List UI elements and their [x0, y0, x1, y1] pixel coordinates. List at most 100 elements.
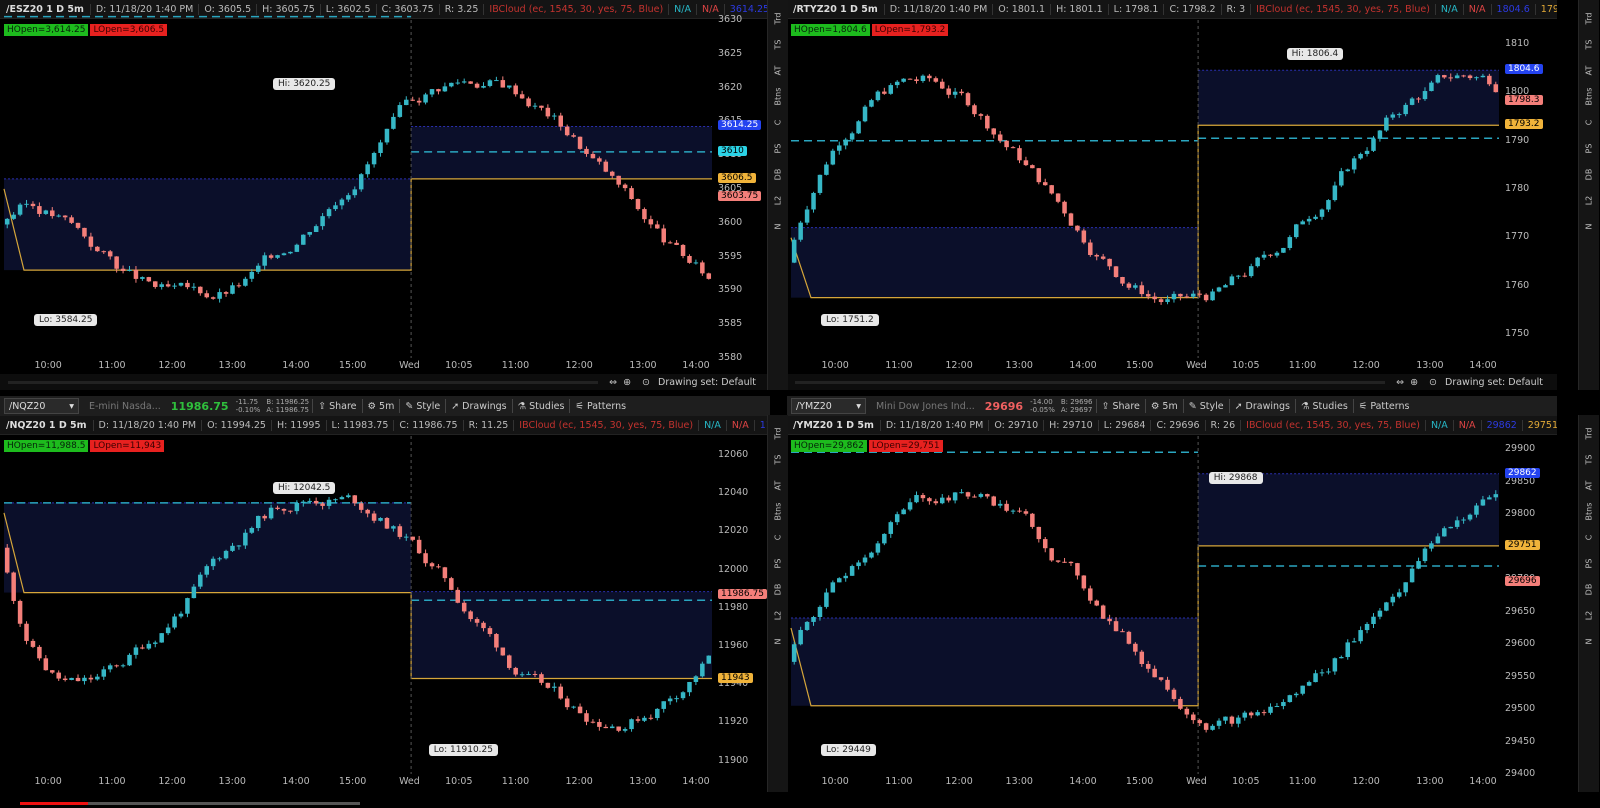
crosshair-icon[interactable]: ⊕ [1410, 377, 1418, 388]
candle [972, 494, 977, 498]
candle [165, 623, 171, 636]
drawing-set-label[interactable]: Drawing set: Default [1445, 377, 1543, 388]
sidebar-tab-ps[interactable]: PS [1585, 135, 1594, 163]
candle [1268, 254, 1273, 258]
sidebar-tab-l2[interactable]: L2 [774, 187, 783, 215]
sidebar-tab-at[interactable]: AT [1585, 57, 1594, 85]
side-toolbar-right[interactable]: Trd TS AT Btns C PS DB L2 N [1578, 0, 1599, 390]
candle [178, 611, 184, 619]
sidebar-tab-c[interactable]: C [1585, 109, 1594, 137]
candle [107, 663, 113, 673]
sidebar-tab-c[interactable]: C [774, 109, 783, 137]
side-toolbar-right-lower[interactable]: Trd TS AT Btns C PS DB L2 N [1578, 415, 1599, 792]
pan-icon[interactable]: ⇔ [609, 377, 617, 388]
video-progress[interactable] [0, 800, 1600, 808]
side-toolbar-left[interactable]: Trd TS AT Btns C PS DB L2 N [767, 0, 788, 390]
sidebar-tab-at[interactable]: AT [1585, 472, 1594, 500]
chart-pane-ym[interactable]: /YMZ20 ▾ Mini Dow Jones Ind... 29696 -14.00-… [787, 396, 1557, 792]
price-axis[interactable]: 1810 1800 1790 1780 1770 1760 1750 1804.6 1798.3… [1505, 0, 1555, 390]
sidebar-tab-btns[interactable]: Btns [774, 83, 783, 111]
sidebar-tab-trd[interactable]: Trd [1585, 5, 1594, 33]
time-tick: 11:00 [501, 776, 530, 787]
candle [1300, 219, 1305, 225]
candle [1242, 272, 1248, 278]
sidebar-tab-trd[interactable]: Trd [1585, 420, 1594, 448]
sidebar-tab-ts[interactable]: TS [1585, 446, 1594, 474]
time-axis[interactable]: 10:00 11:00 12:00 13:00 14:00 15:00 Wed 10:05 11… [791, 360, 1499, 374]
sidebar-tab-ts[interactable]: TS [1585, 31, 1594, 59]
sidebar-tab-n[interactable]: N [1585, 213, 1594, 241]
sidebar-tab-db[interactable]: DB [1585, 576, 1594, 604]
sidebar-tab-l2[interactable]: L2 [1585, 602, 1594, 630]
side-toolbar-left-lower[interactable]: Trd TS AT Btns C PS DB L2 N [767, 415, 788, 792]
time-tick: 12:00 [945, 776, 973, 787]
candle [907, 78, 913, 80]
zoom-icon[interactable]: ⊙ [1429, 377, 1437, 388]
sidebar-tab-db[interactable]: DB [774, 576, 783, 604]
time-axis[interactable]: 10:00 11:00 12:00 13:00 14:00 15:00 Wed 10:05 11… [4, 360, 712, 374]
sidebar-tab-n[interactable]: N [774, 628, 783, 656]
scrollbar[interactable] [8, 380, 599, 384]
sidebar-tab-at[interactable]: AT [774, 472, 783, 500]
price-chart[interactable] [0, 396, 770, 792]
sidebar-tab-n[interactable]: N [1585, 628, 1594, 656]
chart-pane-nq[interactable]: /NQZ20 ▾ E-mini Nasda... 11986.75 -11.75 -0.1… [0, 396, 770, 792]
price-tick: 29500 [1505, 703, 1536, 714]
candle [959, 89, 964, 96]
sidebar-tab-at[interactable]: AT [774, 57, 783, 85]
candle [1210, 724, 1215, 731]
sidebar-tab-l2[interactable]: L2 [1585, 187, 1594, 215]
price-chart[interactable] [0, 0, 770, 390]
candle [1216, 718, 1222, 730]
chart-pane-es[interactable]: /ESZ20 1 D 5m D: 11/18/20 1:40 PM O: 3605.… [0, 0, 770, 390]
scrollbar[interactable] [795, 380, 1386, 384]
time-axis[interactable]: 10:00 11:00 12:00 13:00 14:00 15:00 Wed 10:05 11… [4, 776, 712, 790]
candle [914, 76, 919, 84]
sidebar-tab-ts[interactable]: TS [774, 31, 783, 59]
price-chart[interactable] [787, 396, 1557, 792]
sidebar-tab-ps[interactable]: PS [774, 135, 783, 163]
candle [1300, 685, 1305, 696]
range-zone-prev [4, 502, 412, 593]
sidebar-tab-db[interactable]: DB [1585, 161, 1594, 189]
time-axis[interactable]: 10:00 11:00 12:00 13:00 14:00 15:00 Wed 10:05 11… [791, 776, 1499, 790]
price-chart[interactable] [787, 0, 1557, 390]
sidebar-tab-trd[interactable]: Trd [774, 420, 783, 448]
lopen-badge: LOpen=29,751 [868, 440, 943, 452]
candle [965, 91, 971, 107]
drawing-set-label[interactable]: Drawing set: Default [658, 377, 756, 388]
pan-icon[interactable]: ⇔ [1396, 377, 1404, 388]
candle [1332, 657, 1338, 675]
price-axis[interactable]: 3630362536203615361036053600359535903585… [718, 0, 768, 390]
sidebar-tab-btns[interactable]: Btns [1585, 498, 1594, 526]
sidebar-tab-n[interactable]: N [774, 213, 783, 241]
sidebar-tab-db[interactable]: DB [774, 161, 783, 189]
sidebar-tab-ps[interactable]: PS [774, 550, 783, 578]
sidebar-tab-l2[interactable]: L2 [774, 602, 783, 630]
candle [127, 653, 132, 667]
crosshair-icon[interactable]: ⊕ [623, 377, 631, 388]
sidebar-tab-c[interactable]: C [1585, 524, 1594, 552]
candle [1287, 694, 1293, 703]
candle [500, 76, 506, 88]
sidebar-tab-btns[interactable]: Btns [1585, 83, 1594, 111]
time-tick: 13:00 [1416, 776, 1444, 787]
time-tick: 11:00 [1288, 776, 1317, 787]
price-axis[interactable]: 2990029850298002975029700296502960029550… [1505, 396, 1555, 792]
candle [545, 682, 551, 689]
candle [146, 276, 152, 283]
candle [856, 560, 861, 570]
sidebar-tab-ts[interactable]: TS [774, 446, 783, 474]
chart-pane-rty[interactable]: /RTYZ20 1 D 5m D: 11/18/20 1:40 PM O: 1801… [787, 0, 1557, 390]
sidebar-tab-btns[interactable]: Btns [774, 498, 783, 526]
price-tick: 29450 [1505, 735, 1536, 747]
sidebar-tab-trd[interactable]: Trd [774, 5, 783, 33]
candle [17, 202, 23, 217]
sidebar-tab-c[interactable]: C [774, 524, 783, 552]
candle [1306, 680, 1312, 687]
price-axis[interactable]: 12060 12040 12020 12000 11980 11960 11940 11920… [718, 396, 768, 792]
sidebar-tab-ps[interactable]: PS [1585, 550, 1594, 578]
price-label: 1793.2 [1505, 119, 1543, 130]
zoom-icon[interactable]: ⊙ [642, 377, 650, 388]
candle [474, 82, 480, 89]
